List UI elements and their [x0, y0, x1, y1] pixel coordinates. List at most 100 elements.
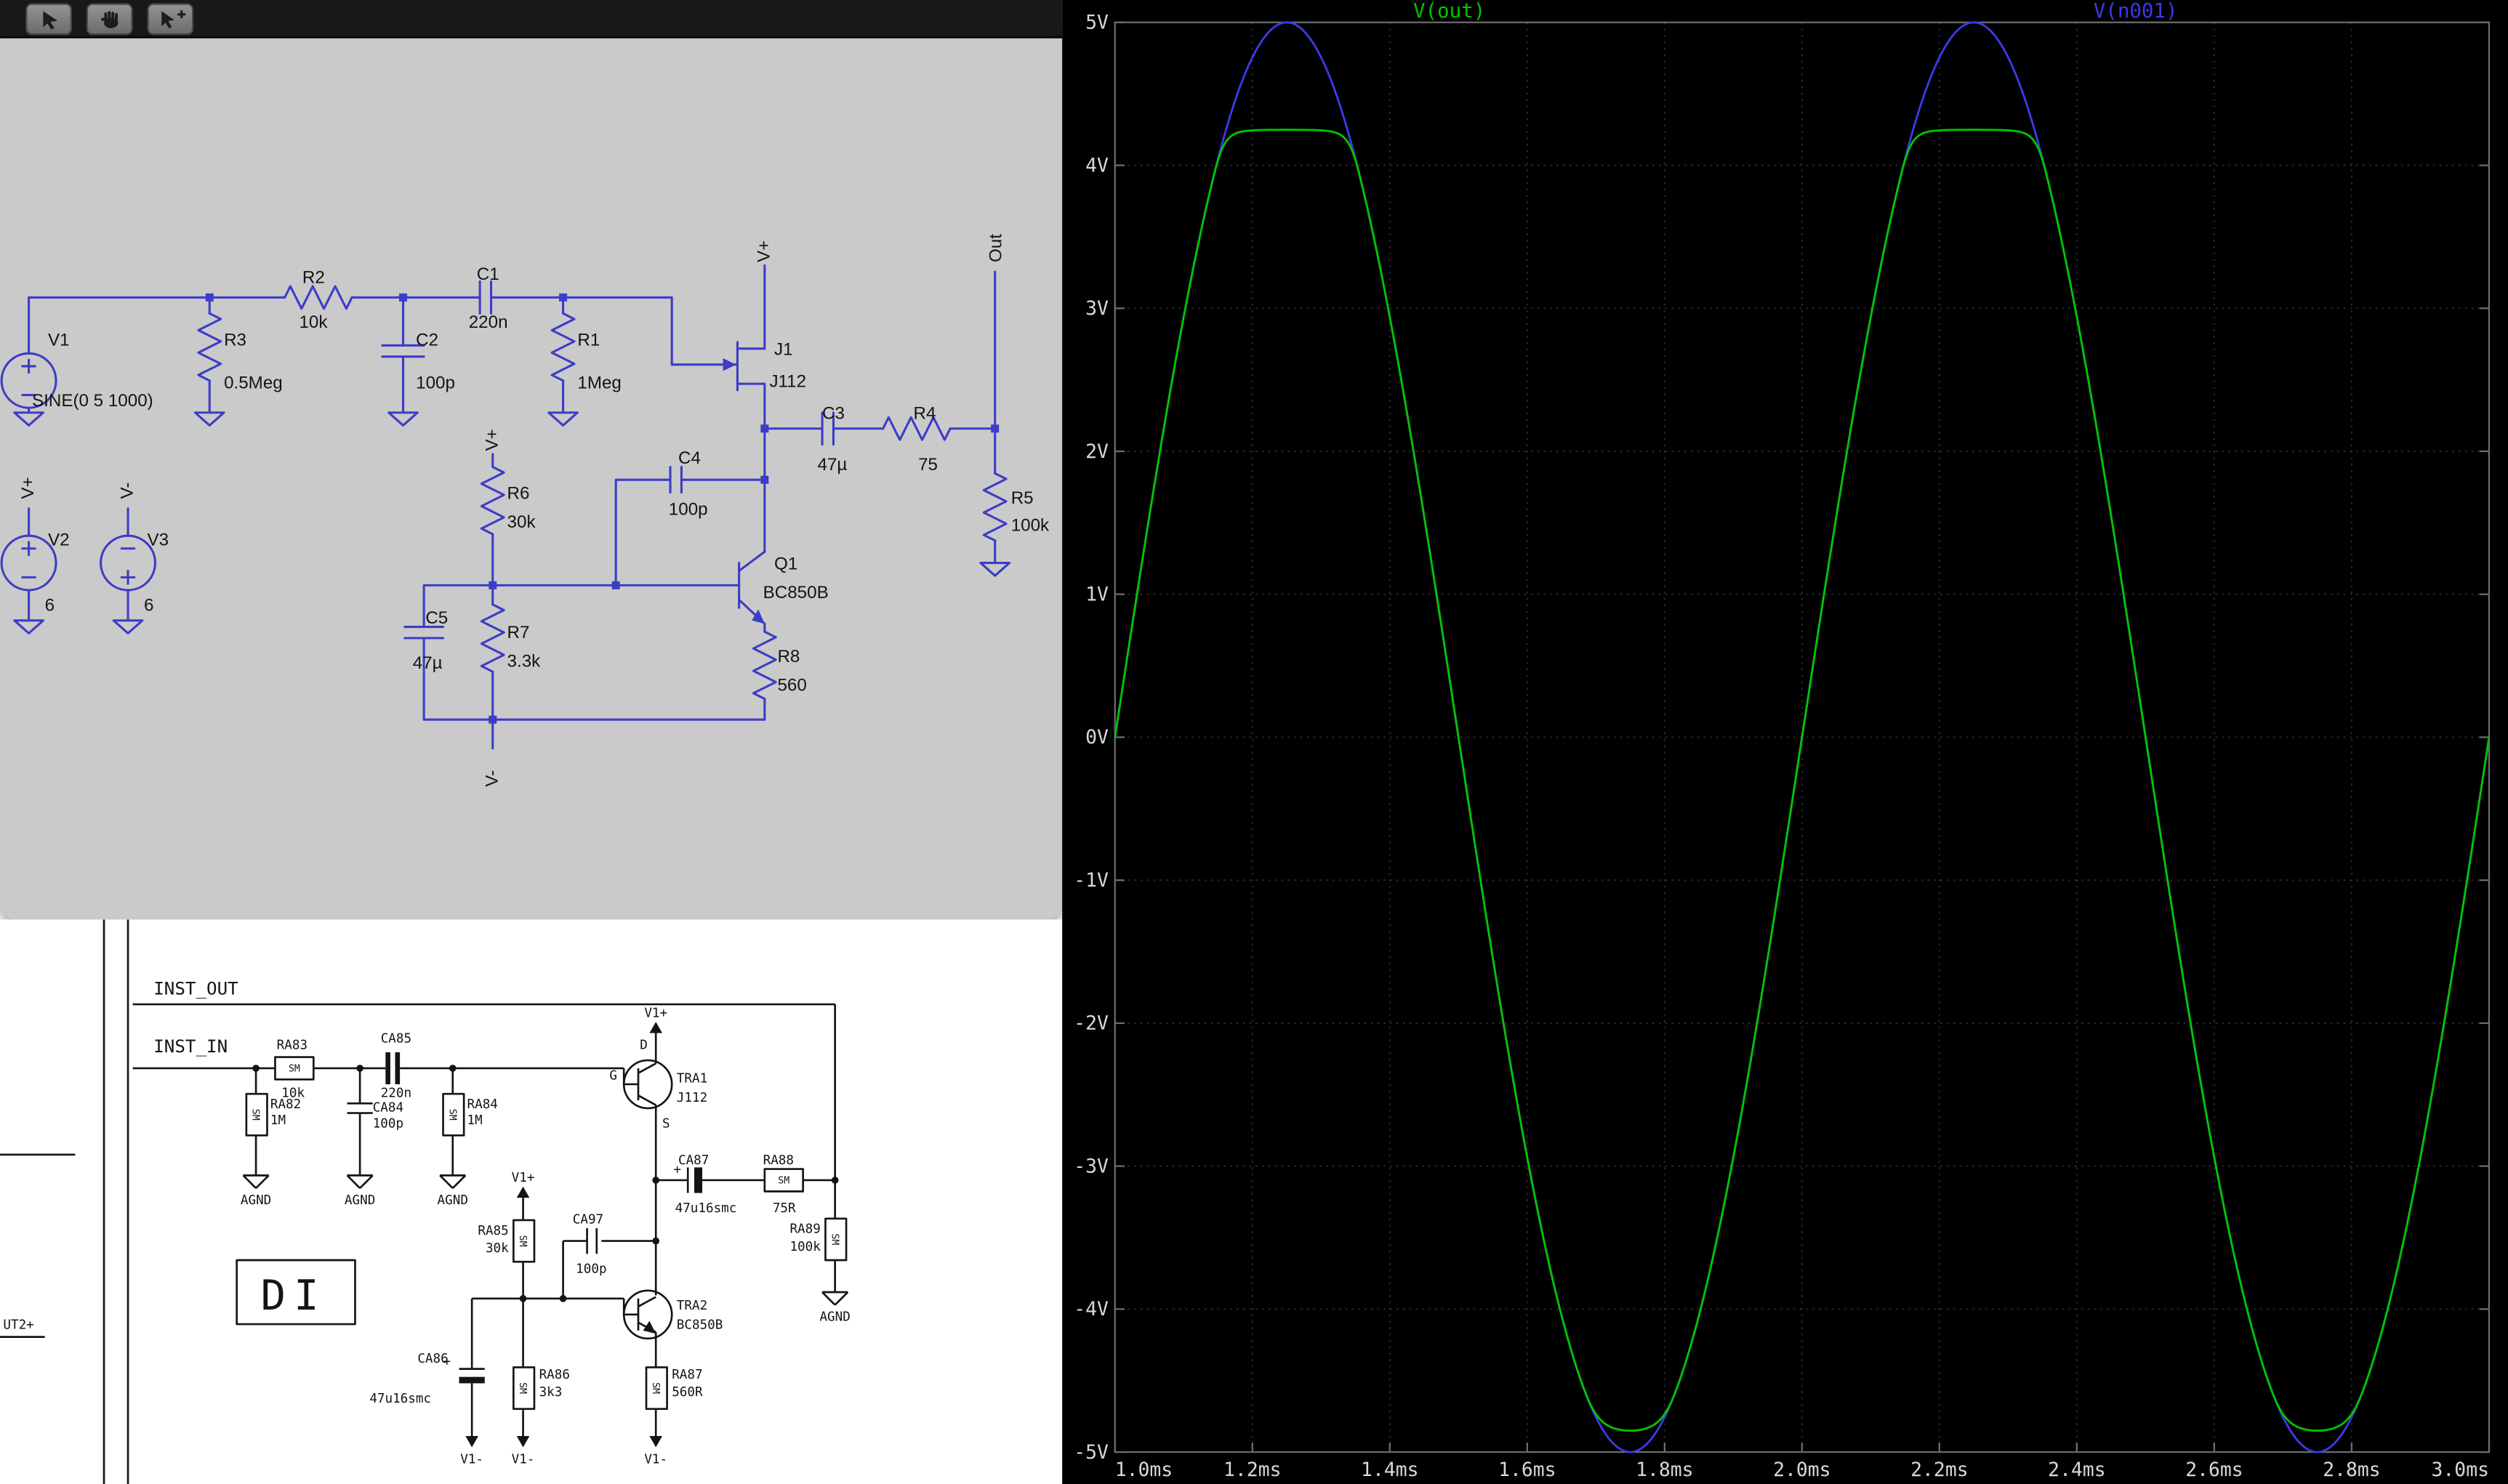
x-tick-label: 3.0ms: [2432, 1459, 2489, 1481]
component-ra87-resistor[interactable]: SM RA87 560R: [646, 1367, 703, 1408]
component-c2-capacitor[interactable]: C2 100p: [382, 330, 455, 392]
component-r8-resistor[interactable]: R8 560: [753, 632, 806, 698]
x-tick-label: 2.6ms: [2185, 1459, 2243, 1481]
component-ref: TRA1: [677, 1072, 707, 1086]
y-tick-label: 5V: [1085, 12, 1109, 34]
component-ref: RA82: [270, 1097, 301, 1112]
component-ra85-resistor[interactable]: SM RA85 30k: [478, 1220, 534, 1262]
component-r5-resistor[interactable]: R5 100k: [984, 473, 1050, 540]
component-value: 75R: [773, 1201, 796, 1216]
component-value: 1Meg: [577, 374, 622, 393]
component-value: 3.3k: [507, 652, 542, 672]
component-ca86-capacitor[interactable]: + CA86 47u16smc: [369, 1352, 484, 1406]
component-value: 47u16smc: [675, 1201, 737, 1216]
component-v3-source[interactable]: V3 6: [101, 530, 169, 615]
svg-text:AGND: AGND: [438, 1193, 468, 1208]
instrument-schematic-canvas[interactable]: INST_OUT INST_IN UT2+ SM RA83 10k CA85 2…: [0, 919, 1062, 1484]
di-block[interactable]: DI: [237, 1260, 355, 1324]
probe-tool-button[interactable]: [147, 2, 193, 34]
trace-label: V(n001): [2094, 0, 2178, 23]
component-value: 100p: [416, 374, 455, 393]
net-flags[interactable]: V+ Out V+ V- V+ V-: [18, 234, 1005, 787]
waveform-plot[interactable]: 5V4V3V2V1V0V-1V-2V-3V-4V-5V1.0ms1.2ms1.4…: [1062, 0, 2508, 1484]
component-ra83-resistor[interactable]: SM RA83 10k: [275, 1039, 313, 1101]
component-value: J112: [677, 1091, 707, 1105]
component-ref: CA87: [678, 1153, 709, 1168]
y-tick-label: -2V: [1074, 1012, 1109, 1035]
x-tick-label: 2.2ms: [1910, 1459, 1968, 1481]
component-ca87-capacitor[interactable]: + CA87 47u16smc: [673, 1153, 736, 1216]
cursor-icon: [31, 7, 66, 30]
component-tra1-jfet[interactable]: G D S TRA1 J112: [609, 1039, 707, 1132]
component-value: 100p: [373, 1116, 403, 1131]
component-c3-capacitor[interactable]: C3 47µ: [817, 404, 847, 475]
component-ra88-resistor[interactable]: SM RA88 75R: [763, 1153, 803, 1216]
footprint-label: SM: [650, 1382, 661, 1394]
y-tick-label: -3V: [1074, 1155, 1109, 1177]
component-ca85-capacitor[interactable]: CA85 220n: [381, 1032, 411, 1101]
pan-tool-button[interactable]: [87, 2, 133, 34]
component-value: BC850B: [677, 1318, 723, 1333]
net-label-inst-in[interactable]: INST_IN: [153, 1036, 228, 1057]
net-label-inst-out[interactable]: INST_OUT: [153, 979, 238, 999]
component-value: 3k3: [539, 1385, 563, 1400]
trace-V(out): [1115, 130, 2489, 1431]
component-value: 47µ: [413, 653, 443, 673]
component-ra82-resistor[interactable]: SM RA82 1M: [246, 1094, 301, 1135]
x-tick-label: 1.4ms: [1361, 1459, 1418, 1481]
component-value: 560R: [672, 1385, 703, 1400]
power-flag-v1plus: V1+ V1+: [512, 1007, 667, 1198]
component-value: 1M: [270, 1113, 286, 1128]
component-c5-capacitor[interactable]: C5 47µ: [405, 608, 449, 673]
component-v2-source[interactable]: V2 6: [1, 530, 69, 615]
component-ra84-resistor[interactable]: SM RA84 1M: [443, 1094, 498, 1135]
component-ref: R3: [224, 330, 246, 350]
component-ref: R6: [507, 484, 530, 504]
component-r3-resistor[interactable]: R3 0.5Meg: [198, 313, 283, 392]
component-ref: C3: [822, 404, 845, 424]
component-value: 100k: [789, 1240, 821, 1254]
component-v1-source[interactable]: V1 SINE(0 5 1000): [1, 330, 153, 411]
component-r4-resistor[interactable]: R4 75: [883, 404, 950, 475]
screen: V1 SINE(0 5 1000) R3 0.5Meg R2 10k C1 22…: [0, 0, 2508, 1484]
y-tick-label: 3V: [1085, 297, 1109, 320]
waveform-panel: 5V4V3V2V1V0V-1V-2V-3V-4V-5V1.0ms1.2ms1.4…: [1062, 0, 2508, 1484]
component-ref: R8: [777, 647, 800, 666]
component-ca84-capacitor[interactable]: CA84 100p: [347, 1100, 404, 1131]
net-flag-out: Out: [986, 234, 1006, 262]
component-ra89-resistor[interactable]: SM RA89 100k: [789, 1219, 846, 1260]
component-q1-bjt[interactable]: Q1 BC850B: [739, 552, 829, 624]
component-c4-capacitor[interactable]: C4 100p: [669, 448, 708, 519]
component-ref: V3: [147, 530, 169, 549]
ltspice-schematic-canvas[interactable]: V1 SINE(0 5 1000) R3 0.5Meg R2 10k C1 22…: [0, 39, 1062, 919]
component-ref: RA85: [478, 1224, 508, 1238]
svg-text:V1-: V1-: [512, 1452, 535, 1467]
component-value: 47µ: [817, 455, 847, 475]
svg-text:AGND: AGND: [241, 1193, 271, 1208]
component-ca97-capacitor[interactable]: CA97 100p: [573, 1212, 607, 1276]
probe-cursor-icon: [153, 7, 188, 30]
toolbar: [0, 0, 1062, 39]
cursor-tool-button[interactable]: [25, 2, 72, 34]
y-tick-label: 1V: [1085, 584, 1109, 606]
net-label-ut2[interactable]: UT2+: [3, 1318, 33, 1333]
component-ra86-resistor[interactable]: SM RA86 3k3: [513, 1367, 570, 1408]
component-r2-resistor[interactable]: R2 10k: [285, 267, 352, 332]
component-value: 100k: [1011, 516, 1050, 536]
net-flag-vplus: V+: [754, 241, 773, 262]
component-ref: R7: [507, 623, 530, 642]
component-r1-resistor[interactable]: R1 1Meg: [552, 313, 622, 392]
component-ref: C5: [425, 608, 448, 628]
component-ref: RA87: [672, 1368, 702, 1382]
component-value: 220n: [381, 1086, 411, 1101]
footprint-label: SM: [289, 1063, 300, 1074]
component-r6-resistor[interactable]: R6 30k: [481, 467, 536, 534]
footprint-label: SM: [829, 1233, 840, 1245]
instrument-schematic-panel: INST_OUT INST_IN UT2+ SM RA83 10k CA85 2…: [0, 919, 1062, 1484]
y-tick-label: 4V: [1085, 154, 1109, 177]
di-label: DI: [261, 1272, 327, 1320]
svg-text:AGND: AGND: [819, 1310, 850, 1325]
component-r7-resistor[interactable]: R7 3.3k: [481, 605, 541, 672]
net-flag-vminus: V-: [118, 483, 137, 499]
power-flag-v1minus: V1- V1- V1-: [460, 1436, 667, 1467]
